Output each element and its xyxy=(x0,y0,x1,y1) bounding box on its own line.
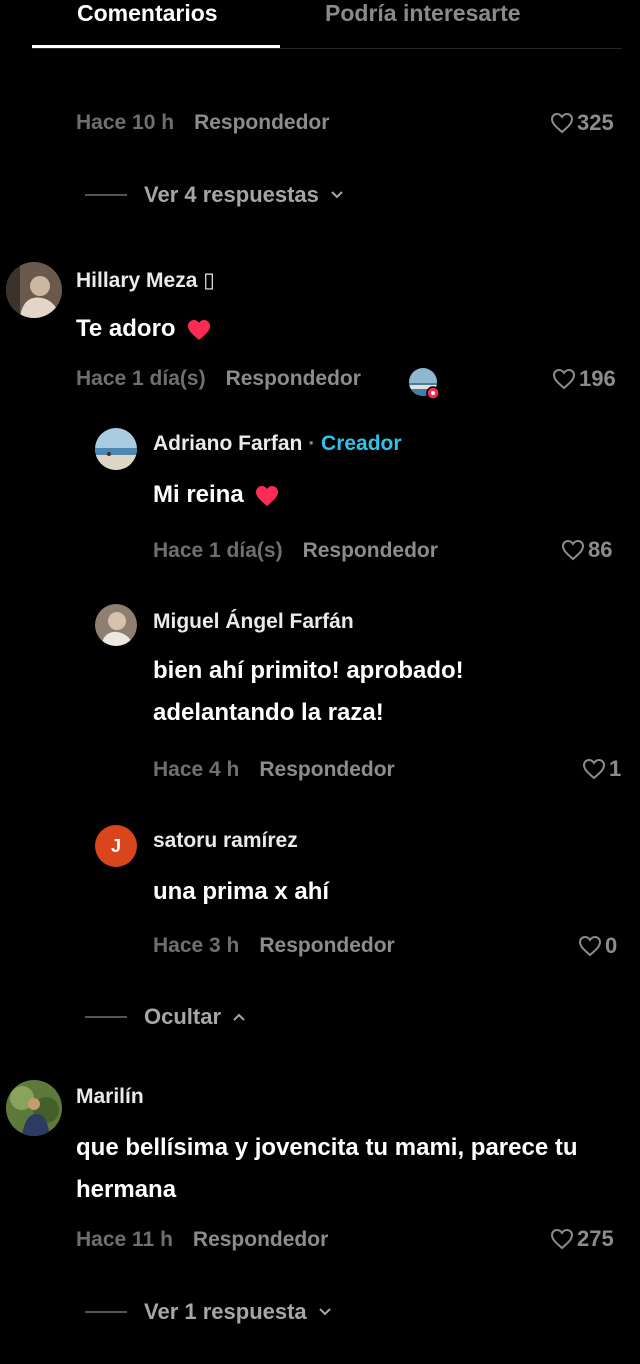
comment-text: que bellísima y jovencita tu mami, parec… xyxy=(76,1134,578,1203)
reply-time: Hace 3 h xyxy=(153,934,240,957)
heart-outline-icon xyxy=(550,1228,574,1250)
like-button[interactable]: 0 xyxy=(578,933,617,959)
reply-time: Hace 4 h xyxy=(153,758,240,781)
like-count: 196 xyxy=(579,366,616,391)
tabs-bar: Comentarios Podría interesarte xyxy=(0,0,640,50)
chevron-down-icon xyxy=(318,1308,331,1316)
reply-text: bien ahí primito! aprobado! adelantando … xyxy=(153,657,464,726)
reply-button[interactable]: Respondedor xyxy=(194,112,329,134)
tabs-divider xyxy=(32,48,622,49)
divider-line xyxy=(85,1311,127,1313)
avatar[interactable] xyxy=(95,428,137,470)
heart-outline-icon xyxy=(582,758,606,780)
reply-author[interactable]: Miguel Ángel Farfán xyxy=(153,610,354,634)
view-replies-button[interactable]: Ver 1 respuesta xyxy=(85,1299,333,1325)
red-heart-emoji-icon xyxy=(187,319,210,340)
heart-outline-icon xyxy=(552,368,576,390)
avatar[interactable] xyxy=(95,604,137,646)
like-count: 1 xyxy=(609,756,622,781)
avatar[interactable] xyxy=(6,262,62,318)
tab-podria-interesarte[interactable]: Podría interesarte xyxy=(325,0,521,27)
avatar-letter: J xyxy=(110,835,121,856)
chevron-down-icon xyxy=(331,191,343,199)
like-count: 86 xyxy=(588,537,613,562)
like-button[interactable]: 1 xyxy=(582,756,621,782)
like-count: 275 xyxy=(577,1226,614,1251)
reply-button[interactable]: Respondedor xyxy=(193,1228,328,1251)
like-button[interactable]: 275 xyxy=(550,1226,614,1252)
avatar[interactable] xyxy=(6,1080,62,1136)
comment-author[interactable]: Marilín xyxy=(76,1085,144,1109)
chevron-up-icon xyxy=(233,1013,245,1021)
heart-outline-icon xyxy=(550,112,574,134)
like-count: 0 xyxy=(605,933,618,958)
reply-author-line: Adriano Farfan · Creador xyxy=(153,432,402,455)
view-replies-button[interactable]: Ver 4 respuestas xyxy=(85,182,345,208)
like-button[interactable]: 325 xyxy=(550,112,614,136)
hide-replies-button[interactable]: Ocultar xyxy=(85,1004,247,1030)
like-button[interactable]: 86 xyxy=(561,537,612,563)
view-replies-label: Ver 4 respuestas xyxy=(144,182,319,207)
heart-outline-icon xyxy=(578,935,602,957)
reply-button[interactable]: Respondedor xyxy=(226,367,361,390)
comment-time: Hace 10 h xyxy=(76,112,175,134)
reply-button[interactable]: Respondedor xyxy=(303,539,438,562)
hide-replies-label: Ocultar xyxy=(144,1004,222,1029)
creator-liked-avatar-icon xyxy=(408,367,440,400)
red-heart-emoji-icon xyxy=(255,485,278,506)
comment-time: Hace 11 h xyxy=(76,1228,173,1251)
heart-outline-icon xyxy=(561,539,585,561)
tab-comentarios[interactable]: Comentarios xyxy=(77,0,218,27)
view-replies-label: Ver 1 respuesta xyxy=(144,1299,307,1324)
reply-author[interactable]: Adriano Farfan xyxy=(153,432,302,455)
comment-time: Hace 1 día(s) xyxy=(76,367,206,390)
avatar[interactable]: J xyxy=(95,825,137,867)
reply-text: Mi reina xyxy=(153,474,280,516)
reply-author[interactable]: satoru ramírez xyxy=(153,829,298,853)
like-count: 325 xyxy=(577,112,614,135)
creator-badge: Creador xyxy=(321,432,402,455)
reply-text: una prima x ahí xyxy=(153,878,330,905)
reply-time: Hace 1 día(s) xyxy=(153,539,283,562)
reply-button[interactable]: Respondedor xyxy=(259,758,394,781)
divider-line xyxy=(85,194,127,196)
like-button[interactable]: 196 xyxy=(552,366,616,392)
comment-author[interactable]: Hillary Meza ▯ xyxy=(76,268,215,293)
divider-line xyxy=(85,1016,127,1018)
comment-text: Te adoro xyxy=(76,308,212,350)
previous-comment-meta: Hace 10 h Respondedor 325 xyxy=(0,112,640,138)
reply-button[interactable]: Respondedor xyxy=(259,934,394,957)
